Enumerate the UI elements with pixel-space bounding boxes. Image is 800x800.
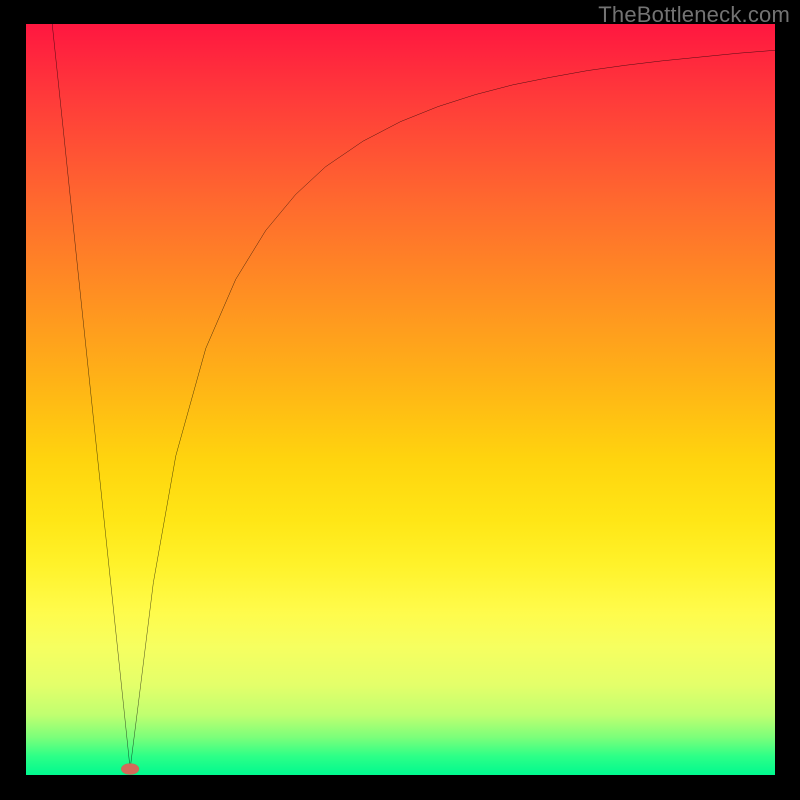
bottleneck-curve	[52, 24, 775, 769]
watermark-text: TheBottleneck.com	[598, 2, 790, 28]
minimum-marker	[121, 763, 139, 774]
chart-frame: TheBottleneck.com	[0, 0, 800, 800]
plot-area	[26, 24, 775, 775]
curve-layer	[26, 24, 775, 775]
